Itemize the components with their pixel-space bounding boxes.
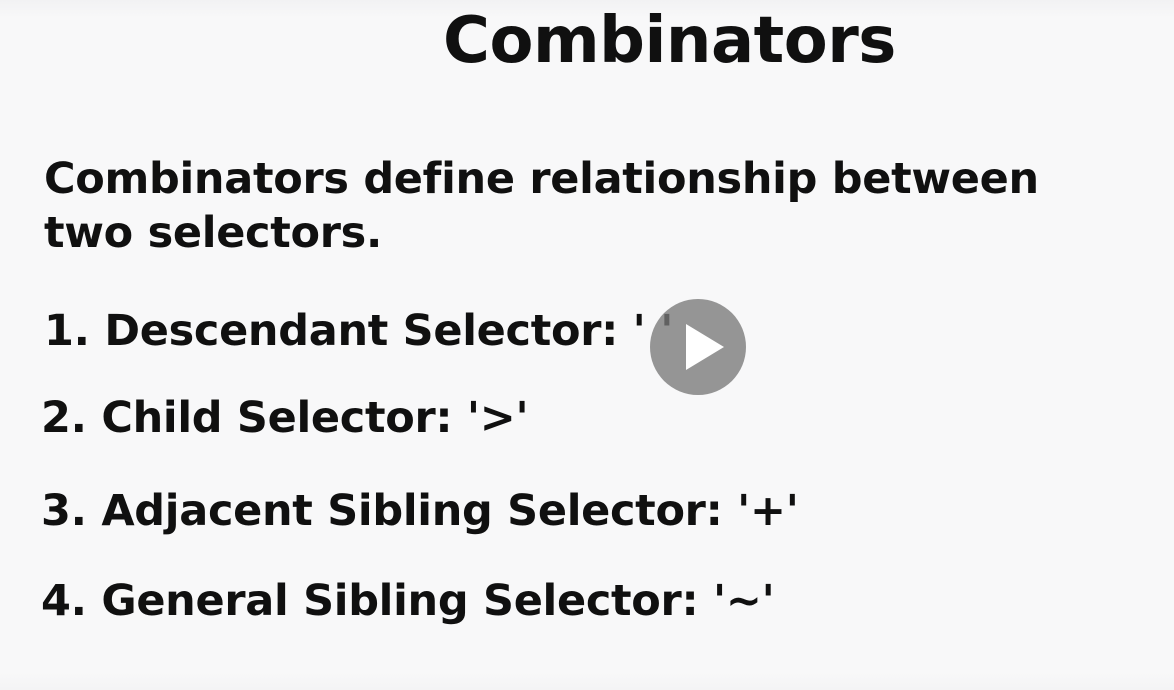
combinator-item-general-sibling: 4. General Sibling Selector: '~' — [41, 576, 775, 626]
combinator-item-child: 2. Child Selector: '>' — [41, 393, 529, 443]
play-icon — [686, 324, 724, 370]
play-button[interactable] — [650, 299, 746, 395]
combinator-item-adjacent-sibling: 3. Adjacent Sibling Selector: '+' — [41, 486, 799, 536]
slide-intro-text: Combinators define relationship between … — [44, 154, 1039, 258]
slide-title: Combinators — [443, 4, 896, 78]
video-slide: Combinators Combinators define relations… — [0, 0, 1174, 690]
combinator-item-descendant: 1. Descendant Selector: ' ' — [44, 306, 674, 356]
